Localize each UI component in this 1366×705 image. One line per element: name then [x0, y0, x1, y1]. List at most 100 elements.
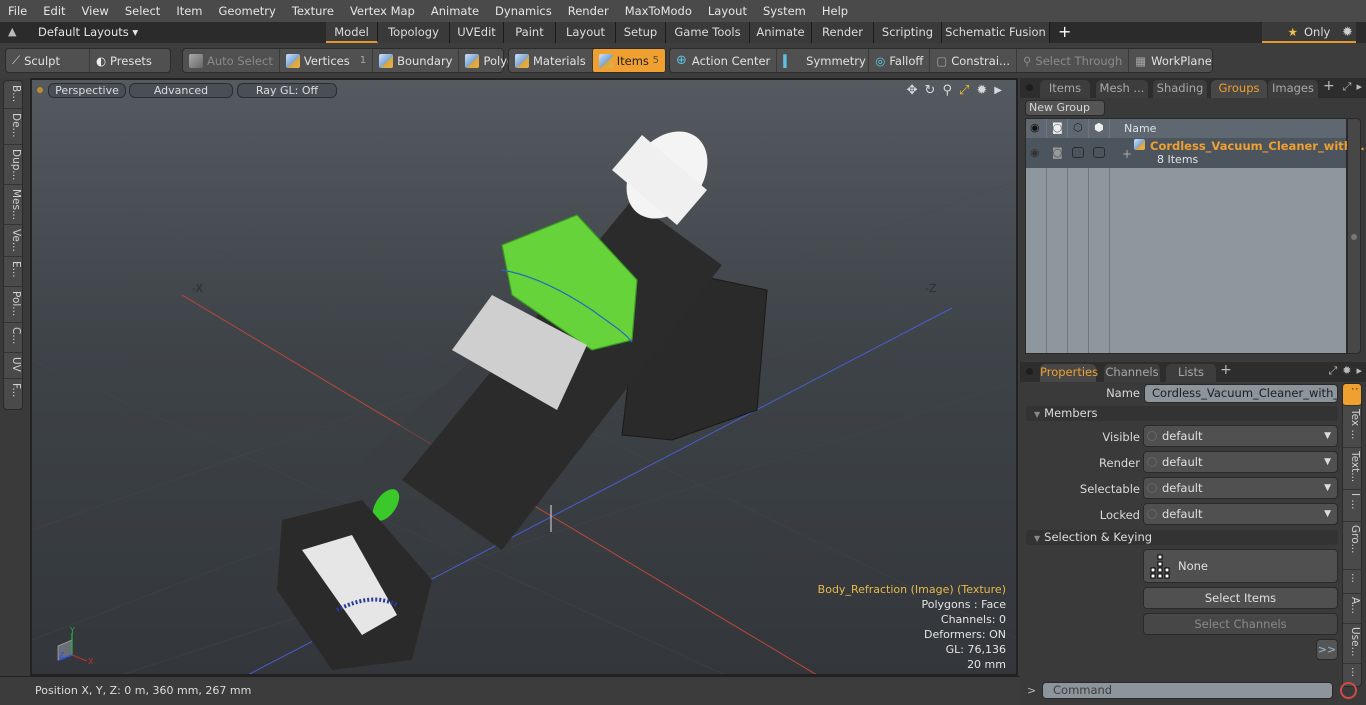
3d-viewport[interactable]: Perspective Advanced Ray GL: Off ✥ ↻ ⚲ ⤢…	[30, 78, 1018, 676]
menu-vertex-map[interactable]: Vertex Map	[342, 0, 423, 22]
side-tab-groups[interactable]: Gro...	[1343, 522, 1361, 570]
none-preset-button[interactable]: None	[1143, 549, 1338, 583]
tab-mesh[interactable]: Mesh ...	[1096, 80, 1148, 98]
select-items-button[interactable]: Select Items	[1143, 587, 1338, 609]
tab-layout[interactable]: Layout	[556, 22, 616, 43]
left-tab-curve[interactable]: C...	[4, 323, 22, 353]
menu-texture[interactable]: Texture	[284, 0, 342, 22]
panel-menu-arrow-icon[interactable]: ▸	[1356, 364, 1362, 378]
panel-menu-arrow-icon[interactable]: ▸	[1356, 80, 1362, 94]
tab-animate[interactable]: Animate	[750, 22, 812, 43]
tab-topology[interactable]: Topology	[378, 22, 450, 43]
tab-model[interactable]: Model	[326, 22, 378, 43]
command-input[interactable]: Command	[1042, 682, 1333, 699]
tab-items[interactable]: Items	[1040, 80, 1090, 98]
menu-render[interactable]: Render	[560, 0, 617, 22]
left-tab-edge[interactable]: E...	[4, 257, 22, 287]
tab-render[interactable]: Render	[812, 22, 874, 43]
group-name[interactable]: Cordless_Vacuum_Cleaner_with ...	[1150, 139, 1366, 153]
row-render-icon[interactable]: ◙	[1052, 146, 1063, 159]
side-tab-texture[interactable]: Tex ...	[1343, 406, 1361, 448]
panel-gear-icon[interactable]: ✹	[1342, 364, 1351, 378]
locked-dropdown[interactable]: default ▼	[1143, 503, 1338, 525]
gear-icon[interactable]: ✹	[1342, 25, 1353, 40]
tab-images[interactable]: Images	[1268, 80, 1318, 98]
constraints-button[interactable]: ▢ Constrai...	[930, 49, 1017, 72]
vacuum-model[interactable]	[277, 116, 768, 670]
selection-keying-section[interactable]: ▼ Selection & Keying	[1026, 530, 1338, 545]
row-lock-checkbox[interactable]	[1072, 147, 1084, 158]
workplane-button[interactable]: ▦ WorkPlane	[1129, 49, 1218, 72]
add-tab-icon[interactable]: +	[1058, 22, 1072, 43]
expand-plus-icon[interactable]: +	[1122, 147, 1132, 161]
side-tab-text[interactable]: Text...	[1343, 448, 1361, 490]
menu-help[interactable]: Help	[814, 0, 856, 22]
falloff-button[interactable]: ◎ Falloff	[869, 49, 931, 72]
tab-setup[interactable]: Setup	[616, 22, 666, 43]
maximize-panel-icon[interactable]: ⤢	[1328, 364, 1337, 378]
menu-item[interactable]: Item	[168, 0, 210, 22]
row-visibility-icon[interactable]: ◉	[1030, 146, 1040, 159]
add-panel-tab-icon[interactable]: +	[1220, 362, 1232, 378]
tab-schematic-fusion[interactable]: Schematic Fusion	[942, 22, 1050, 43]
auto-select-button[interactable]: Auto Select	[183, 49, 280, 72]
tab-paint[interactable]: Paint	[504, 22, 556, 43]
name-field[interactable]: Cordless_Vacuum_Cleaner_with_Screw	[1144, 384, 1338, 403]
render-dropdown[interactable]: default ▼	[1143, 451, 1338, 473]
menu-file[interactable]: File	[0, 0, 35, 22]
vertices-button[interactable]: Vertices 1	[280, 49, 374, 72]
tab-scripting[interactable]: Scripting	[874, 22, 942, 43]
more-button[interactable]: >>	[1316, 639, 1338, 660]
sculpt-button[interactable]: ⟋ Sculpt	[6, 49, 90, 72]
members-section[interactable]: ▼ Members	[1026, 406, 1338, 421]
record-icon[interactable]	[1340, 682, 1357, 699]
menu-select[interactable]: Select	[117, 0, 168, 22]
select-through-button[interactable]: ⚲ Select Through	[1017, 49, 1130, 72]
tab-game-tools[interactable]: Game Tools	[666, 22, 750, 43]
menu-layout[interactable]: Layout	[700, 0, 755, 22]
group-row[interactable]: ◉ ◙ + Cordless_Vacuum_Cleaner_with ... 8…	[1026, 138, 1366, 168]
new-group-button[interactable]: New Group	[1025, 100, 1105, 116]
side-tab-user[interactable]: Use...	[1343, 624, 1361, 664]
left-tab-vertex[interactable]: Ve...	[4, 225, 22, 257]
items-button[interactable]: Items 5	[592, 49, 665, 72]
tab-properties[interactable]: Properties	[1040, 364, 1098, 382]
menu-animate[interactable]: Animate	[423, 0, 487, 22]
menu-dynamics[interactable]: Dynamics	[487, 0, 560, 22]
tab-groups[interactable]: Groups	[1211, 80, 1267, 98]
side-tab-i[interactable]: I ...	[1343, 490, 1361, 522]
materials-button[interactable]: Materials	[509, 49, 593, 72]
side-tab-active[interactable]: :	[1343, 384, 1361, 406]
menu-view[interactable]: View	[74, 0, 117, 22]
collapse-arrow-icon[interactable]: ▲	[8, 25, 16, 38]
name-column-header[interactable]: Name	[1124, 122, 1156, 135]
groups-scrollbar[interactable]	[1347, 118, 1361, 354]
selectable-dropdown[interactable]: default ▼	[1143, 477, 1338, 499]
tab-shading[interactable]: Shading	[1153, 80, 1207, 98]
left-tab-polygon[interactable]: Pol...	[4, 287, 22, 323]
menu-system[interactable]: System	[755, 0, 814, 22]
menu-maxtomodo[interactable]: MaxToModo	[617, 0, 700, 22]
tab-uvedit[interactable]: UVEdit	[450, 22, 504, 43]
left-tab-basic[interactable]: B...	[4, 81, 22, 109]
menu-edit[interactable]: Edit	[35, 0, 73, 22]
side-tab-more[interactable]: ...	[1343, 570, 1361, 594]
boundary-button[interactable]: Boundary	[373, 49, 460, 72]
row-select-checkbox[interactable]	[1093, 147, 1105, 158]
left-tab-uv[interactable]: UV	[4, 353, 22, 379]
left-tab-fusion[interactable]: F...	[4, 379, 22, 407]
scroll-handle[interactable]	[1351, 234, 1357, 240]
left-tab-mesh[interactable]: Mes...	[4, 185, 22, 225]
select-channels-button[interactable]: Select Channels	[1143, 613, 1338, 635]
menu-geometry[interactable]: Geometry	[211, 0, 284, 22]
layout-selector[interactable]: Default Layouts ▾	[38, 25, 138, 39]
presets-button[interactable]: ◐ Presets	[90, 49, 158, 72]
visible-dropdown[interactable]: default ▼	[1143, 425, 1338, 447]
tab-lists[interactable]: Lists	[1166, 364, 1216, 382]
symmetry-button[interactable]: ▍ Symmetry	[777, 49, 870, 72]
add-panel-tab-icon[interactable]: +	[1323, 78, 1335, 94]
maximize-panel-icon[interactable]: ⤢	[1343, 80, 1352, 94]
tab-channels[interactable]: Channels	[1104, 364, 1160, 382]
side-tab-a[interactable]: A...	[1343, 594, 1361, 624]
action-center-button[interactable]: ⊕ Action Center	[670, 49, 778, 72]
